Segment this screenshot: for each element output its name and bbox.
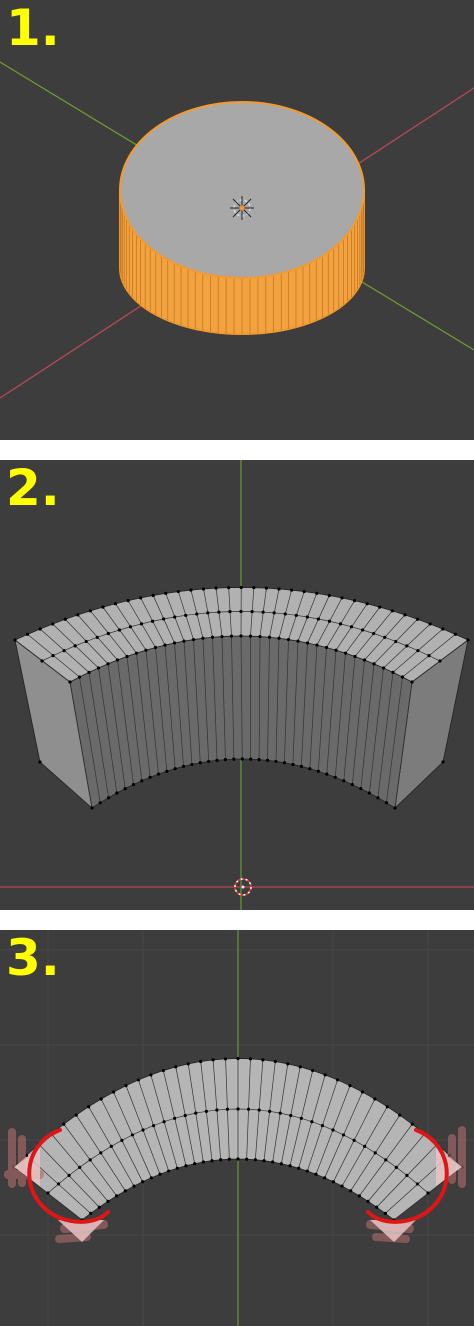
viewport-panel-3[interactable]: 3. — [0, 930, 474, 1326]
step-1-label: 1. — [6, 0, 60, 57]
step-3-label: 3. — [6, 930, 60, 987]
cylinder-object[interactable] — [119, 101, 365, 335]
3d-cursor-icon — [230, 196, 254, 220]
viewport-panel-1[interactable]: 1. — [0, 0, 474, 440]
cylinder-top-face — [119, 101, 365, 279]
viewport-2-canvas[interactable] — [0, 460, 474, 910]
viewport-3-canvas[interactable] — [0, 930, 474, 1326]
viewport-panel-2[interactable]: 2. — [0, 460, 474, 910]
viewport-1-canvas[interactable] — [0, 0, 474, 440]
step-2-label: 2. — [6, 460, 60, 517]
